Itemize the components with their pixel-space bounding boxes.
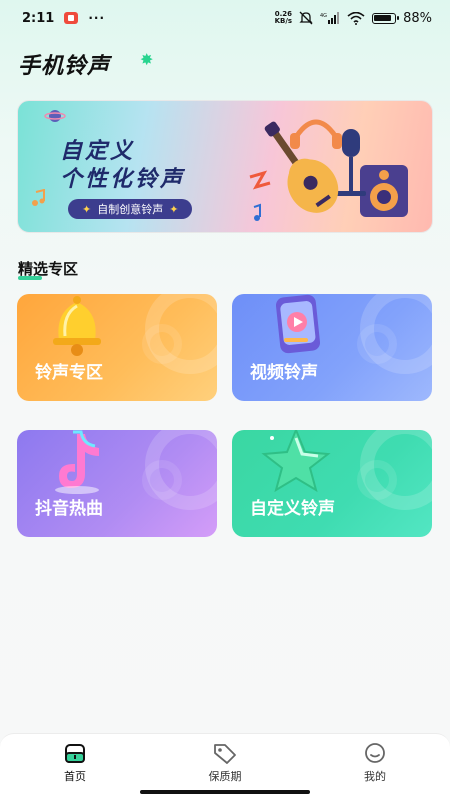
- card-label: 自定义铃声: [250, 499, 335, 519]
- decor-ring: [357, 324, 397, 364]
- notification-app-icon: [64, 12, 79, 24]
- video-ringtone-card[interactable]: 视频铃声: [232, 294, 432, 401]
- spark-icon: ✦: [169, 202, 179, 216]
- bell-icon: [53, 296, 101, 356]
- battery-icon: [372, 12, 400, 24]
- card-label: 抖音热曲: [35, 499, 103, 519]
- tab-label: 首页: [64, 770, 86, 783]
- star-icon: [261, 430, 331, 493]
- guitar-music-illustration: [249, 119, 408, 221]
- section-title: 精选专区: [18, 260, 79, 278]
- home-indicator[interactable]: [140, 790, 310, 794]
- decor-ring: [142, 324, 182, 364]
- douyin-note-icon: [55, 430, 99, 494]
- smile-icon: [365, 743, 385, 763]
- tab-home[interactable]: 首页: [0, 734, 150, 800]
- sparkle-icon: ✸: [140, 50, 154, 69]
- home-icon: [65, 744, 85, 763]
- banner-tag[interactable]: ✦ 自制创意铃声 ✦: [68, 199, 193, 219]
- banner-tag-label: 自制创意铃声: [97, 203, 164, 216]
- status-time: 2:11: [22, 10, 55, 26]
- planet-icon: [44, 110, 66, 122]
- app-title: 手机铃声: [18, 54, 111, 79]
- tab-label: 我的: [364, 770, 386, 783]
- card-label: 视频铃声: [250, 363, 318, 383]
- network-type: 4G: [320, 13, 327, 19]
- custom-ringtone-banner[interactable]: 自定义 个性化铃声 ✦ 自制创意铃声 ✦: [17, 100, 433, 233]
- battery-level: 88%: [403, 10, 432, 26]
- tab-label: 保质期: [208, 770, 242, 783]
- net-speed: 0.26 KB/s: [275, 11, 292, 25]
- music-note-icon: [32, 189, 45, 206]
- spark-icon: ✦: [82, 202, 92, 216]
- status-bar: 2:11 ··· 0.26 KB/s 4G 88%: [0, 0, 450, 36]
- net-speed-unit: KB/s: [274, 17, 293, 25]
- card-label: 铃声专区: [35, 363, 103, 383]
- ringtone-zone-card[interactable]: 铃声专区: [17, 294, 217, 401]
- wifi-icon: [347, 11, 365, 25]
- signal-icon: 4G: [320, 12, 340, 24]
- tab-profile[interactable]: 我的: [300, 734, 450, 800]
- video-phone-icon: [275, 294, 321, 354]
- more-notifications-icon: ···: [88, 11, 106, 25]
- banner-title-line2: 个性化铃声: [60, 167, 186, 192]
- decor-ring: [357, 460, 397, 500]
- decor-ring: [142, 460, 182, 500]
- silent-icon: [299, 11, 313, 25]
- custom-ringtone-card[interactable]: 自定义铃声: [232, 430, 432, 537]
- tag-icon: [214, 744, 236, 764]
- douyin-hits-card[interactable]: 抖音热曲: [17, 430, 217, 537]
